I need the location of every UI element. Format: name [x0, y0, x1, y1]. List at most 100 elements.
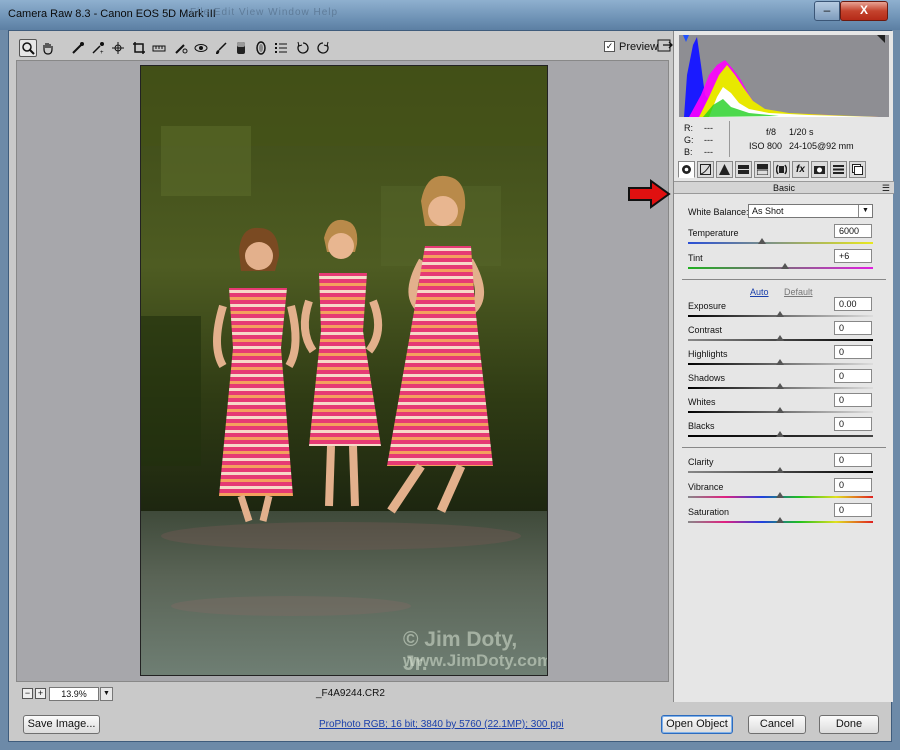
default-link[interactable]: Default	[784, 287, 813, 297]
divider	[682, 279, 886, 280]
zoom-level[interactable]: 13.9%	[49, 687, 99, 701]
saturation-field[interactable]: 0	[834, 503, 872, 517]
aperture: f/8	[766, 127, 777, 137]
vibrance-field[interactable]: 0	[834, 478, 872, 492]
svg-text:+: +	[100, 50, 104, 55]
panel-menu-icon[interactable]: ☰	[882, 182, 890, 194]
zoom-tool-icon[interactable]	[19, 39, 37, 57]
highlights-thumb[interactable]	[776, 359, 784, 365]
file-name: _F4A9244.CR2	[316, 688, 385, 699]
white-balance-tool-icon[interactable]	[69, 39, 87, 57]
exposure-label: Exposure	[688, 301, 727, 311]
workflow-options-link[interactable]: ProPhoto RGB; 16 bit; 3840 by 5760 (22.1…	[319, 719, 564, 730]
panel-tabs: fx	[678, 161, 890, 179]
cancel-button[interactable]: Cancel	[748, 715, 806, 734]
vibrance-label: Vibrance	[688, 482, 724, 492]
clarity-label: Clarity	[688, 457, 714, 467]
temperature-label: Temperature	[688, 228, 739, 238]
shadows-label: Shadows	[688, 373, 726, 383]
tint-field[interactable]: +6	[834, 249, 872, 263]
save-image-button[interactable]: Save Image...	[23, 715, 100, 734]
open-object-button[interactable]: Open Object	[661, 715, 733, 734]
crop-tool-icon[interactable]	[130, 39, 148, 57]
g-label: G:	[684, 135, 694, 145]
tint-thumb[interactable]	[781, 263, 789, 269]
temperature-slider[interactable]	[688, 242, 873, 244]
lens: 24-105@92 mm	[789, 141, 854, 151]
tab-tone-curve-icon[interactable]	[697, 161, 714, 178]
exposure-thumb[interactable]	[776, 311, 784, 317]
spot-removal-tool-icon[interactable]	[172, 39, 190, 57]
annotation-arrow-icon	[627, 179, 671, 212]
saturation-label: Saturation	[688, 507, 730, 517]
white-balance-value: As Shot	[752, 206, 784, 216]
clarity-thumb[interactable]	[776, 467, 784, 473]
exposure-field[interactable]: 0.00	[834, 297, 872, 311]
preview-label: Preview	[619, 41, 659, 53]
tab-split-toning-icon[interactable]	[754, 161, 771, 178]
preview-checkbox[interactable]: ✓	[604, 41, 615, 52]
tint-label: Tint	[688, 253, 703, 263]
white-balance-label: White Balance:	[688, 207, 749, 217]
highlights-field[interactable]: 0	[834, 345, 872, 359]
zoom-in-button[interactable]: +	[35, 688, 46, 699]
b-label: B:	[684, 147, 693, 157]
whites-thumb[interactable]	[776, 407, 784, 413]
g-value: ---	[704, 135, 713, 145]
camera-raw-dialog: + ✓ Preview © Jim Doty, Jr. www.JimDoty.…	[8, 30, 894, 742]
zoom-dropdown-icon[interactable]: ▼	[100, 687, 113, 701]
tab-basic-icon[interactable]	[678, 161, 695, 178]
tab-effects-icon[interactable]: fx	[792, 161, 809, 178]
whites-label: Whites	[688, 397, 716, 407]
blacks-label: Blacks	[688, 421, 715, 431]
hand-tool-icon[interactable]	[39, 39, 57, 57]
temperature-thumb[interactable]	[758, 238, 766, 244]
tab-snapshots-icon[interactable]	[849, 161, 866, 178]
r-label: R:	[684, 123, 693, 133]
divider	[682, 447, 886, 448]
b-value: ---	[704, 147, 713, 157]
tab-presets-icon[interactable]	[830, 161, 847, 178]
info-readout: R: --- G: --- B: --- f/8 1/20 s ISO 800 …	[674, 119, 894, 159]
saturation-thumb[interactable]	[776, 517, 784, 523]
shadows-field[interactable]: 0	[834, 369, 872, 383]
close-button[interactable]: X	[840, 1, 888, 21]
tab-hsl-icon[interactable]	[735, 161, 752, 178]
tab-camera-calibration-icon[interactable]	[811, 161, 828, 178]
fullscreen-icon[interactable]	[657, 39, 673, 56]
done-button[interactable]: Done	[819, 715, 879, 734]
temperature-field[interactable]: 6000	[834, 224, 872, 238]
red-eye-tool-icon[interactable]	[192, 39, 210, 57]
white-balance-select[interactable]: As Shot ▼	[748, 204, 873, 218]
tab-lens-corrections-icon[interactable]	[773, 161, 790, 178]
rotate-cw-icon[interactable]	[314, 39, 332, 57]
auto-link[interactable]: Auto	[750, 287, 769, 297]
section-title: Basic ☰	[674, 181, 894, 194]
contrast-field[interactable]: 0	[834, 321, 872, 335]
blacks-thumb[interactable]	[776, 431, 784, 437]
color-sampler-tool-icon[interactable]: +	[89, 39, 107, 57]
r-value: ---	[704, 123, 713, 133]
preferences-tool-icon[interactable]	[272, 39, 290, 57]
clarity-field[interactable]: 0	[834, 453, 872, 467]
adjustment-brush-tool-icon[interactable]	[212, 39, 230, 57]
tab-detail-icon[interactable]	[716, 161, 733, 178]
window-title: Camera Raw 8.3 - Canon EOS 5D Mark III	[8, 8, 216, 20]
blacks-field[interactable]: 0	[834, 417, 872, 431]
shutter-speed: 1/20 s	[789, 127, 814, 137]
targeted-adjustment-tool-icon[interactable]	[109, 39, 127, 57]
shadows-thumb[interactable]	[776, 383, 784, 389]
radial-filter-tool-icon[interactable]	[252, 39, 270, 57]
zoom-out-button[interactable]: −	[22, 688, 33, 699]
vibrance-thumb[interactable]	[776, 492, 784, 498]
image-preview-area[interactable]: © Jim Doty, Jr. www.JimDoty.com	[16, 60, 669, 682]
graduated-filter-tool-icon[interactable]	[232, 39, 250, 57]
straighten-tool-icon[interactable]	[150, 39, 168, 57]
section-title-text: Basic	[772, 183, 795, 193]
watermark-url: www.JimDoty.com	[403, 651, 548, 670]
adjustment-panel: R: --- G: --- B: --- f/8 1/20 s ISO 800 …	[673, 31, 894, 702]
rotate-ccw-icon[interactable]	[294, 39, 312, 57]
whites-field[interactable]: 0	[834, 393, 872, 407]
contrast-thumb[interactable]	[776, 335, 784, 341]
minimize-button[interactable]: –	[814, 1, 840, 21]
